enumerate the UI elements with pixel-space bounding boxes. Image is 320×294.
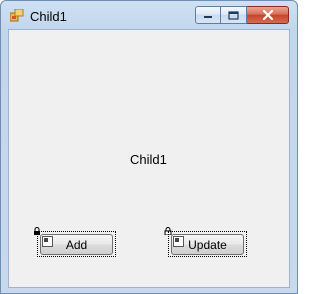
window-title: Child1 (30, 9, 67, 24)
control-glyph-icon (42, 236, 53, 247)
caption-buttons (195, 6, 289, 26)
child-window: Child1 Child1 Add Update (0, 0, 298, 294)
update-button[interactable]: Update (171, 234, 244, 255)
center-label: Child1 (130, 152, 167, 167)
close-button[interactable] (247, 6, 289, 24)
maximize-button[interactable] (221, 6, 247, 24)
add-button[interactable]: Add (40, 234, 113, 255)
maximize-icon (228, 10, 239, 20)
minimize-icon (204, 16, 212, 18)
update-button-label: Update (188, 237, 227, 252)
title-bar[interactable]: Child1 (1, 1, 297, 29)
control-glyph-icon (173, 236, 184, 247)
client-area: Child1 Add Update (8, 29, 290, 288)
close-icon (262, 10, 273, 20)
forms-app-icon (10, 9, 24, 22)
add-button-label: Add (65, 237, 88, 252)
minimize-button[interactable] (195, 6, 221, 24)
